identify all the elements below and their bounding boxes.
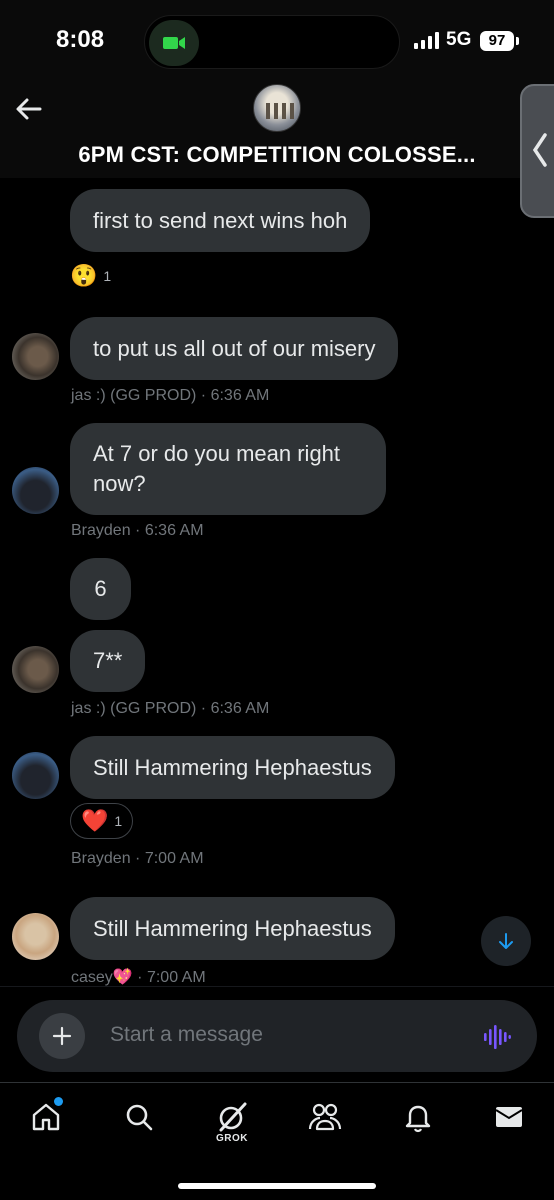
chevron-left-icon (532, 133, 547, 167)
sender-name: Brayden (71, 850, 131, 867)
reaction-count: 1 (103, 268, 112, 284)
arrow-down-icon (499, 933, 513, 949)
search-icon (126, 1104, 153, 1131)
audio-waveform-icon (484, 1025, 511, 1049)
avatar[interactable] (12, 913, 59, 960)
conversation-header: 6PM CST: COMPETITION COLOSSE... (0, 84, 554, 178)
video-camera-icon (163, 37, 185, 49)
composer-area: Start a message (0, 986, 554, 1082)
notification-dot (54, 1097, 63, 1106)
message-time: · 7:00 AM (137, 969, 206, 986)
tab-search[interactable] (121, 1099, 157, 1135)
side-panel-handle[interactable] (520, 84, 554, 218)
message-bubble[interactable]: At 7 or do you mean right now? (70, 423, 386, 515)
message-input[interactable]: Start a message (110, 1023, 263, 1047)
message-bubble[interactable]: 7** (70, 630, 146, 692)
dynamic-island (144, 15, 400, 69)
communities-icon (308, 1103, 342, 1131)
battery-tip (516, 37, 519, 45)
message-bubble[interactable]: Still Hammering Hephaestus (70, 736, 395, 799)
message-text-line: now? (93, 471, 146, 496)
message-meta: Brayden · 7:00 AM (71, 850, 204, 868)
facetime-indicator (149, 20, 199, 66)
message-text-line: At 7 or do you mean right (93, 441, 341, 466)
message-time: · 6:36 AM (135, 522, 204, 539)
voice-message-button[interactable] (483, 1023, 511, 1056)
reaction-emoji: ❤️ (81, 808, 109, 833)
back-button[interactable] (12, 92, 46, 126)
status-time: 8:08 (56, 26, 105, 53)
conversation-title[interactable]: 6PM CST: COMPETITION COLOSSE... (0, 142, 554, 168)
avatar[interactable] (12, 752, 59, 799)
avatar[interactable] (12, 333, 59, 380)
home-indicator (178, 1183, 376, 1189)
tab-notifications[interactable] (400, 1099, 436, 1135)
sender-name: jas :) (GG PROD) (71, 700, 197, 717)
scroll-to-bottom-button[interactable] (481, 916, 531, 966)
message-reaction[interactable]: ❤️ 1 (70, 803, 134, 839)
bell-icon (405, 1105, 431, 1133)
reaction-emoji: 😲 (70, 263, 98, 288)
sender-name: Brayden (71, 522, 131, 539)
grok-icon (219, 1102, 247, 1132)
message-time: · 7:00 AM (135, 850, 204, 867)
cellular-signal-icon (414, 31, 439, 49)
message-meta: casey💖 · 7:00 AM (71, 967, 206, 987)
mail-icon (495, 1107, 523, 1127)
message-time: · 6:36 AM (200, 387, 270, 404)
message-time: · 6:36 AM (200, 700, 270, 717)
tab-communities[interactable] (307, 1099, 343, 1135)
arrow-left-icon (16, 98, 42, 120)
message-bubble[interactable]: 6 (70, 558, 131, 620)
message-bubble[interactable]: to put us all out of our misery (70, 317, 399, 380)
status-bar: 8:08 5G 97 (0, 0, 554, 86)
sender-name: casey💖 (71, 969, 133, 986)
message-bubble[interactable]: Still Hammering Hephaestus (70, 897, 395, 960)
message-meta: Brayden · 6:36 AM (71, 522, 204, 540)
bottom-tab-bar: GROK (0, 1082, 554, 1200)
group-avatar[interactable] (253, 84, 301, 132)
message-composer[interactable]: Start a message (17, 1000, 537, 1072)
network-type: 5G (446, 29, 472, 50)
message-meta: jas :) (GG PROD) · 6:36 AM (71, 387, 269, 405)
add-attachment-button[interactable] (39, 1013, 85, 1059)
message-reaction[interactable]: 😲 1 (70, 263, 111, 289)
avatar[interactable] (12, 646, 59, 693)
grok-label: GROK (216, 1133, 248, 1144)
battery-indicator: 97 (480, 31, 514, 51)
message-bubble[interactable]: first to send next wins hoh (70, 189, 371, 252)
reaction-count: 1 (114, 813, 123, 829)
plus-icon (52, 1026, 72, 1046)
sender-name: jas :) (GG PROD) (71, 387, 197, 404)
tab-grok[interactable] (214, 1099, 250, 1135)
avatar[interactable] (12, 467, 59, 514)
message-meta: jas :) (GG PROD) · 6:36 AM (71, 700, 269, 718)
tab-messages[interactable] (491, 1099, 527, 1135)
